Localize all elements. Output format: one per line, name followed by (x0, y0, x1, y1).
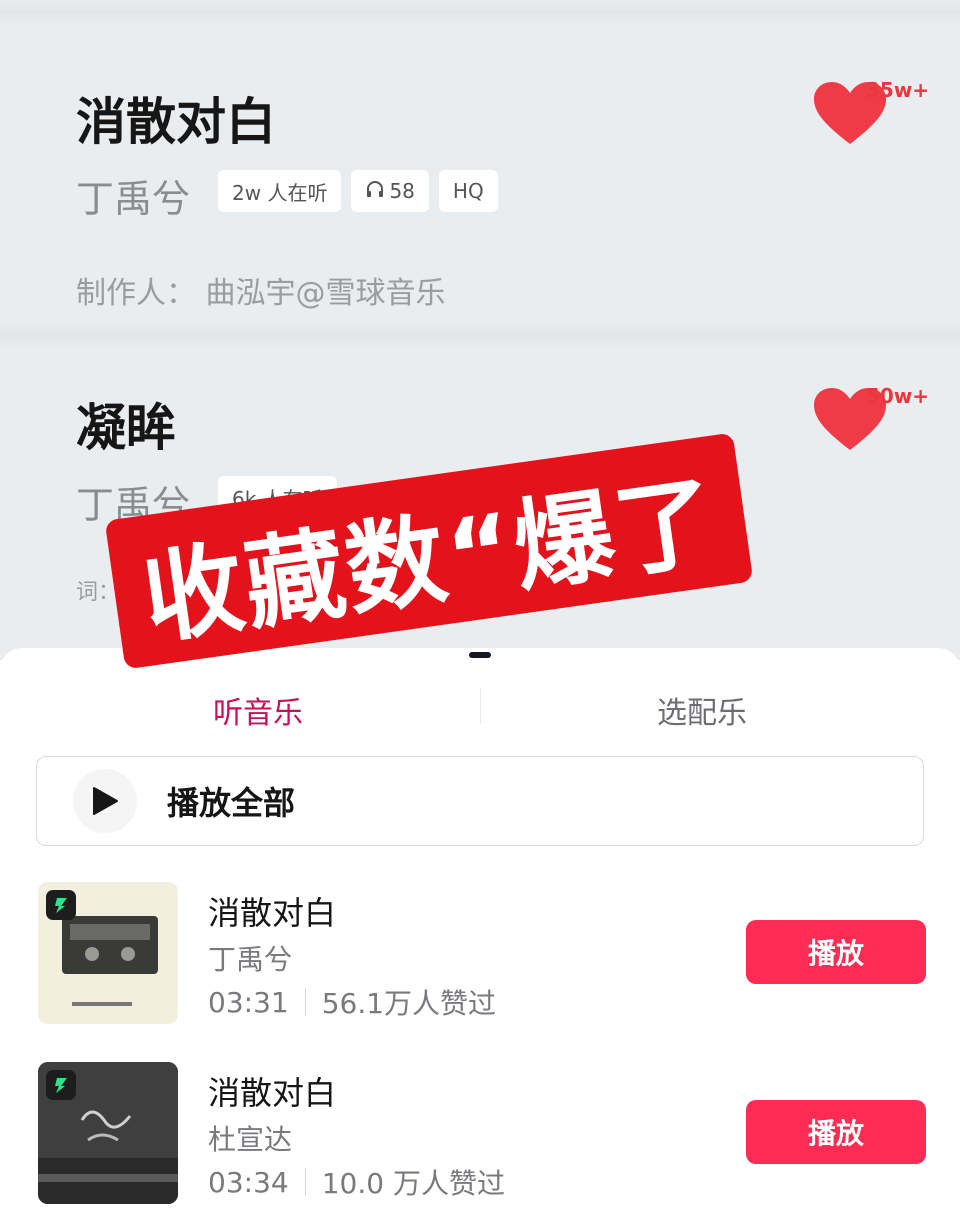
song-tags: 2w 人在听 58 HQ (218, 170, 498, 212)
listeners-tag: 2w 人在听 (218, 170, 342, 212)
track-likes: 10.0 万人赞过 (321, 1167, 505, 1200)
song-card-1[interactable]: 消散对白 丁禹兮 2w 人在听 58 HQ 制作人： 曲泓宇@雪球音乐 35w+ (0, 0, 960, 311)
plays-tag: 58 (351, 170, 429, 212)
track-row[interactable]: 消散对白 丁禹兮 03:31 56.1万人赞过 播放 (0, 882, 960, 1032)
plays-count: 58 (389, 179, 415, 203)
track-duration: 03:31 (208, 985, 289, 1019)
song-title: 凝眸 (76, 399, 176, 457)
play-all-label: 播放全部 (167, 784, 296, 822)
play-all-button[interactable]: 播放全部 (36, 756, 924, 846)
tab-pick-bgm[interactable]: 选配乐 (462, 688, 942, 732)
music-panel: 听音乐 选配乐 播放全部 消散对白 丁禹兮 03:31 56.1万人赞过 播放 … (0, 648, 960, 1220)
headphones-icon (365, 179, 385, 203)
music-app-icon (46, 890, 76, 920)
play-icon (73, 769, 137, 833)
play-button[interactable]: 播放 (746, 1100, 926, 1164)
favorite-count: 50w+ (866, 384, 930, 408)
quality-tag: HQ (438, 170, 498, 212)
album-cover[interactable] (38, 882, 178, 1024)
track-meta: 03:34 10.0 万人赞过 (208, 1162, 505, 1202)
track-duration: 03:34 (208, 1165, 289, 1199)
song-title: 消散对白 (76, 93, 276, 151)
album-cover[interactable] (38, 1062, 178, 1204)
tab-listen-music[interactable]: 听音乐 (18, 688, 498, 732)
song-artist[interactable]: 丁禹兮 (76, 168, 190, 223)
listeners-count: 2w 人在听 (232, 180, 328, 205)
quality-label: HQ (452, 179, 484, 203)
music-app-icon (46, 1070, 76, 1100)
drag-handle[interactable] (469, 652, 491, 658)
track-name: 消散对白 (208, 1074, 337, 1112)
favorite-count: 35w+ (866, 78, 930, 102)
meta-divider (304, 988, 306, 1016)
song-credit: 制作人： 曲泓宇@雪球音乐 (76, 276, 446, 311)
track-meta: 03:31 56.1万人赞过 (208, 982, 496, 1022)
play-button[interactable]: 播放 (746, 920, 926, 984)
track-name: 消散对白 (208, 894, 337, 932)
meta-divider (304, 1168, 306, 1196)
track-row[interactable]: 消散对白 杜宣达 03:34 10.0 万人赞过 播放 (0, 1062, 960, 1212)
track-likes: 56.1万人赞过 (321, 987, 497, 1020)
track-artist: 丁禹兮 (208, 943, 293, 976)
track-artist: 杜宣达 (208, 1123, 293, 1156)
